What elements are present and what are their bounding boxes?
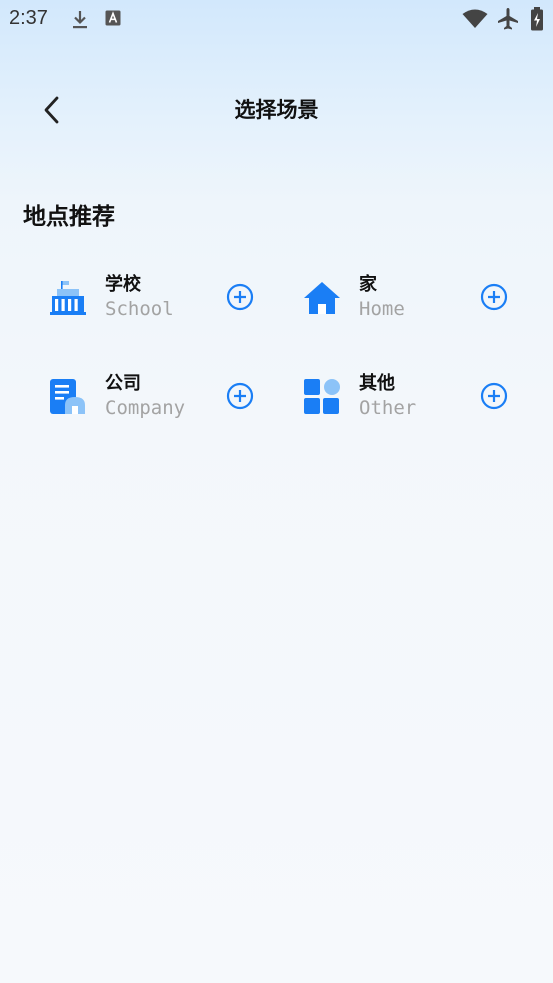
scene-name: 家 [359,274,377,295]
scene-item-home[interactable]: 家 Home [302,266,537,336]
add-other-button[interactable] [480,382,508,410]
text-a-icon [105,10,121,26]
add-school-button[interactable] [226,283,254,311]
add-company-button[interactable] [226,382,254,410]
scene-english-name: Home [359,298,405,320]
airplane-icon [498,8,518,30]
scene-name: 学校 [105,274,141,295]
scene-name: 公司 [105,373,141,394]
company-icon [50,379,85,414]
header: 选择场景 [0,80,553,140]
section-title: 地点推荐 [23,204,115,230]
scene-item-company[interactable]: 公司 Company [48,365,283,435]
scene-name: 其他 [359,373,395,394]
add-home-button[interactable] [480,283,508,311]
scene-item-school[interactable]: 学校 School [48,266,283,336]
scene-item-other[interactable]: 其他 Other [302,365,537,435]
download-icon [73,11,87,29]
other-icon [304,379,340,414]
battery-charging-icon [531,7,543,31]
scene-english-name: School [105,298,174,320]
school-icon [50,281,86,315]
status-bar: 2:37 [0,0,553,38]
status-time: 2:37 [9,7,48,29]
wifi-icon [462,9,488,28]
page-title: 选择场景 [234,98,319,122]
home-icon [304,282,340,314]
scene-english-name: Company [105,397,186,419]
scene-english-name: Other [359,397,417,419]
